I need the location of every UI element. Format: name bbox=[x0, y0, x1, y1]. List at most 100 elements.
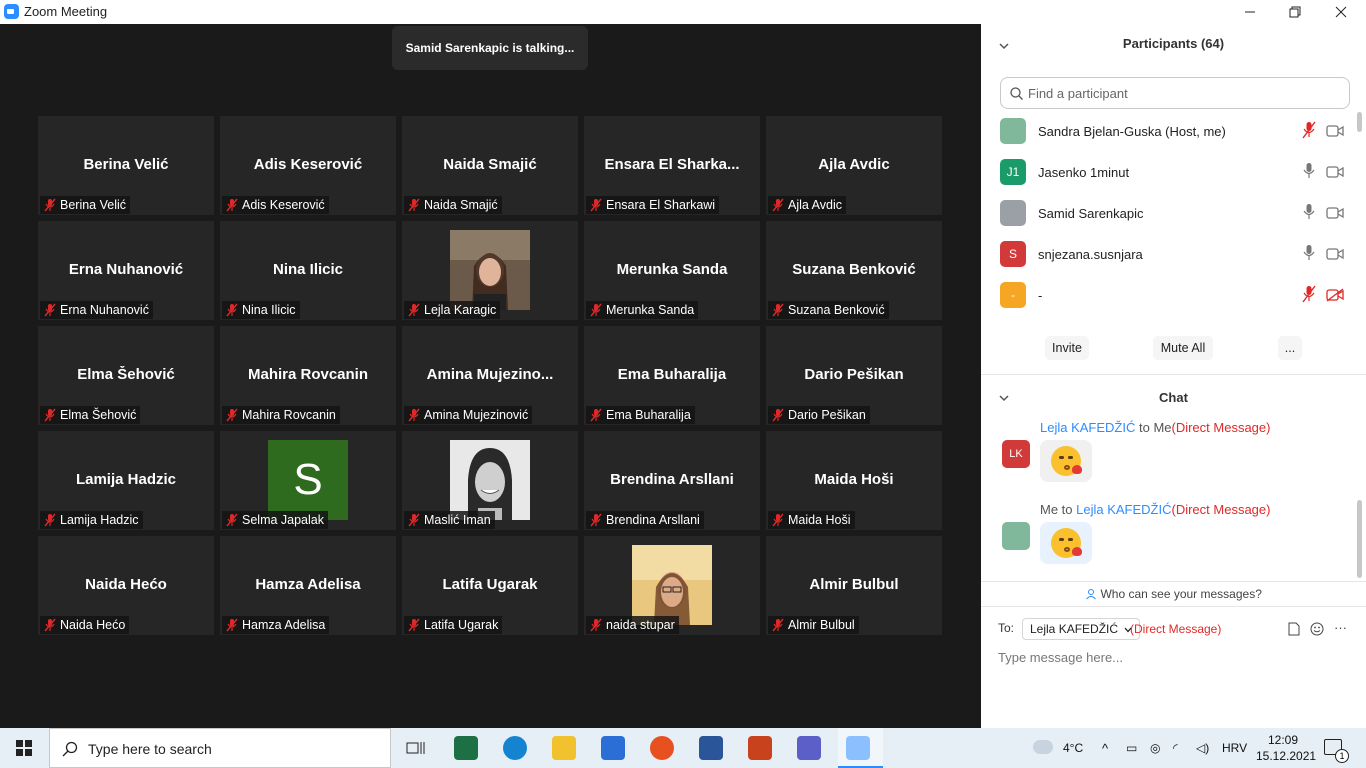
who-can-see-link[interactable]: Who can see your messages? bbox=[981, 587, 1366, 601]
video-tile[interactable]: Brendina Arsllani Brendina Arsllani bbox=[584, 431, 760, 530]
message-sender[interactable]: Lejla KAFEDŽIĆ bbox=[1040, 420, 1135, 435]
video-tile[interactable]: S Selma Japalak bbox=[220, 431, 396, 530]
video-tile[interactable]: Lejla Karagic bbox=[402, 221, 578, 320]
participant-name: Ajla Avdic bbox=[788, 198, 842, 212]
mic-icon[interactable] bbox=[1302, 244, 1316, 262]
video-tile[interactable]: Almir Bulbul Almir Bulbul bbox=[766, 536, 942, 635]
windows-start-icon[interactable] bbox=[16, 740, 32, 756]
video-tile[interactable]: Merunka Sanda Merunka Sanda bbox=[584, 221, 760, 320]
excel-icon[interactable] bbox=[454, 736, 478, 760]
edge-icon[interactable] bbox=[503, 736, 527, 760]
webcam-icon[interactable]: ◎ bbox=[1150, 741, 1160, 755]
video-tile[interactable]: Nina Ilicic Nina Ilicic bbox=[220, 221, 396, 320]
camera-icon[interactable] bbox=[1326, 124, 1344, 138]
video-tile[interactable]: Ema Buharalija Ema Buharalija bbox=[584, 326, 760, 425]
more-options-icon[interactable]: ··· bbox=[1334, 620, 1347, 635]
recipient-select[interactable]: Lejla KAFEDŽIĆ bbox=[1022, 618, 1141, 640]
participant-name: Hamza Adelisa bbox=[242, 618, 326, 632]
avatar bbox=[1002, 522, 1030, 550]
zoom-logo-icon bbox=[4, 4, 19, 19]
camera-off-icon[interactable] bbox=[1326, 288, 1344, 302]
participant-display-name: Ema Buharalija bbox=[617, 366, 727, 383]
video-tile[interactable]: Naida Smajić Naida Smajić bbox=[402, 116, 578, 215]
clock-date[interactable]: 15.12.2021 bbox=[1256, 749, 1316, 763]
video-tile[interactable]: Elma Šehović Elma Šehović bbox=[38, 326, 214, 425]
video-tile[interactable]: Latifa Ugarak Latifa Ugarak bbox=[402, 536, 578, 635]
participant-list-item[interactable]: Sandra Bjelan-Guska (Host, me) bbox=[981, 112, 1356, 152]
message-recipient[interactable]: Lejla KAFEDŽIĆ bbox=[1076, 502, 1171, 517]
mute-all-button[interactable]: Mute All bbox=[1153, 336, 1213, 360]
more-options-button[interactable]: ... bbox=[1278, 336, 1302, 360]
chevron-up-icon[interactable]: ^ bbox=[1102, 741, 1108, 756]
store-icon[interactable] bbox=[601, 736, 625, 760]
video-tile[interactable]: Lamija Hadzic Lamija Hadzic bbox=[38, 431, 214, 530]
participant-video bbox=[450, 440, 530, 520]
taskbar-search-input[interactable]: Type here to search bbox=[49, 728, 391, 768]
participant-display-name: Naida Smajić bbox=[443, 156, 537, 173]
participant-name: Latifa Ugarak bbox=[424, 618, 499, 632]
video-tile[interactable]: Berina Velić Berina Velić bbox=[38, 116, 214, 215]
camera-icon[interactable] bbox=[1326, 206, 1344, 220]
powerpoint-icon[interactable] bbox=[748, 736, 772, 760]
firefox-icon[interactable] bbox=[650, 736, 674, 760]
video-tile[interactable]: Maida Hoši Maida Hoši bbox=[766, 431, 942, 530]
mic-icon[interactable] bbox=[1302, 203, 1316, 221]
restore-icon[interactable] bbox=[1272, 2, 1318, 22]
video-tile[interactable]: Mahira Rovcanin Mahira Rovcanin bbox=[220, 326, 396, 425]
volume-icon[interactable]: ◁) bbox=[1196, 741, 1209, 755]
participant-list-item[interactable]: Samid Sarenkapic bbox=[981, 194, 1356, 234]
word-icon[interactable] bbox=[699, 736, 723, 760]
clock-time[interactable]: 12:09 bbox=[1268, 733, 1298, 747]
camera-icon[interactable] bbox=[1326, 165, 1344, 179]
video-tile[interactable]: Adis Keserović Adis Keserović bbox=[220, 116, 396, 215]
video-tile[interactable]: Naida Hećo Naida Hećo bbox=[38, 536, 214, 635]
video-tile[interactable]: Ajla Avdic Ajla Avdic bbox=[766, 116, 942, 215]
mic-muted-icon[interactable] bbox=[1302, 121, 1316, 139]
video-tile[interactable]: Hamza Adelisa Hamza Adelisa bbox=[220, 536, 396, 635]
mic-muted-icon bbox=[226, 408, 238, 422]
mic-muted-icon bbox=[226, 618, 238, 632]
video-tile[interactable]: Amina Mujezino... Amina Mujezinović bbox=[402, 326, 578, 425]
mic-muted-icon[interactable] bbox=[1302, 285, 1316, 303]
participant-list-item[interactable]: -- bbox=[981, 276, 1356, 316]
participant-name: Suzana Benković bbox=[788, 303, 885, 317]
emoji-icon[interactable] bbox=[1310, 622, 1324, 636]
participant-name-label: Merunka Sanda bbox=[586, 301, 699, 319]
file-explorer-icon[interactable] bbox=[552, 736, 576, 760]
participant-display-name: Merunka Sanda bbox=[616, 261, 728, 278]
video-tile[interactable]: Dario Pešikan Dario Pešikan bbox=[766, 326, 942, 425]
participant-list-item[interactable]: Ssnjezana.susnjara bbox=[981, 235, 1356, 275]
video-tile[interactable]: Ensara El Sharka... Ensara El Sharkawi bbox=[584, 116, 760, 215]
participant-search-input[interactable]: Find a participant bbox=[1000, 77, 1350, 109]
file-icon[interactable] bbox=[1288, 622, 1300, 636]
close-icon[interactable] bbox=[1318, 2, 1364, 22]
participant-list-item[interactable]: J1 Jasenko 1minut bbox=[981, 153, 1356, 193]
weather-icon[interactable] bbox=[1033, 740, 1053, 754]
participant-name: Ensara El Sharkawi bbox=[606, 198, 716, 212]
weather-temp[interactable]: 4°C bbox=[1063, 741, 1083, 755]
invite-button[interactable]: Invite bbox=[1045, 336, 1089, 360]
mic-muted-icon bbox=[226, 513, 238, 527]
participant-name-label: Lamija Hadzic bbox=[40, 511, 143, 529]
mic-icon[interactable] bbox=[1302, 162, 1316, 180]
participant-name: Samid Sarenkapic bbox=[1038, 206, 1144, 221]
wifi-icon[interactable]: ◜ bbox=[1173, 741, 1178, 755]
participants-scrollbar[interactable] bbox=[1357, 112, 1362, 132]
video-tile[interactable]: naida stupar bbox=[584, 536, 760, 635]
camera-icon[interactable] bbox=[1326, 247, 1344, 261]
mic-muted-icon bbox=[590, 198, 602, 212]
battery-icon[interactable]: ▭ bbox=[1126, 741, 1137, 755]
minimize-icon[interactable] bbox=[1227, 2, 1273, 22]
task-view-icon[interactable] bbox=[404, 736, 428, 760]
teams-icon[interactable] bbox=[797, 736, 821, 760]
chat-scrollbar[interactable] bbox=[1357, 500, 1362, 578]
mic-muted-icon bbox=[226, 303, 238, 317]
participant-display-name: Latifa Ugarak bbox=[442, 576, 538, 593]
section-divider bbox=[981, 606, 1366, 607]
video-tile[interactable]: Maslić Iman bbox=[402, 431, 578, 530]
chat-message-input[interactable]: Type message here... bbox=[998, 650, 1123, 665]
video-tile[interactable]: Suzana Benković Suzana Benković bbox=[766, 221, 942, 320]
participant-name-label: naida stupar bbox=[586, 616, 679, 634]
language-indicator[interactable]: HRV bbox=[1222, 741, 1247, 755]
video-tile[interactable]: Erna Nuhanović Erna Nuhanović bbox=[38, 221, 214, 320]
